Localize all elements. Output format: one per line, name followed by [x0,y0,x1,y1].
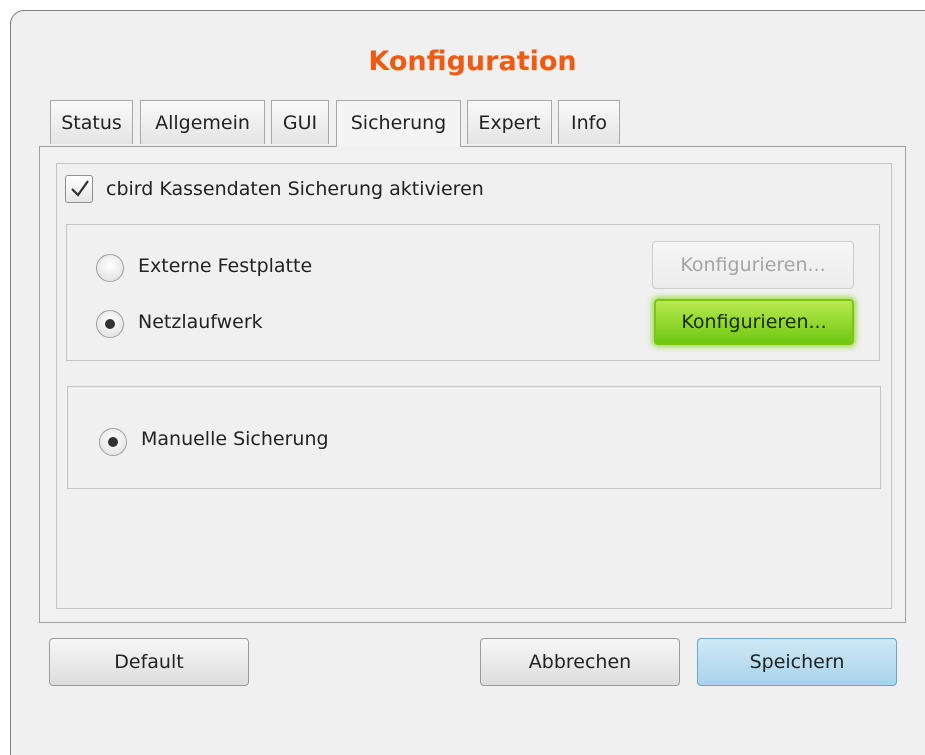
radio-netzlaufwerk[interactable] [96,310,124,338]
checkmark-icon [71,180,89,197]
cancel-button[interactable]: Abbrechen [480,638,680,686]
backup-enable-label: cbird Kassendaten Sicherung aktivieren [106,178,484,200]
configure-external-drive-button[interactable]: Konfigurieren... [652,241,854,289]
radio-externe-festplatte[interactable] [96,254,124,282]
backup-enable-checkbox[interactable] [65,175,93,203]
radio-selected-dot [108,437,118,447]
radio-manuelle-sicherung[interactable] [99,428,127,456]
tab-sicherung[interactable]: Sicherung [336,100,461,147]
radio-manuelle-sicherung-label: Manuelle Sicherung [141,428,329,450]
tab-info[interactable]: Info [558,100,620,144]
tab-status[interactable]: Status [50,100,133,144]
radio-externe-festplatte-label: Externe Festplatte [138,255,313,277]
radio-netzlaufwerk-label: Netzlaufwerk [138,311,263,333]
default-button[interactable]: Default [49,638,249,686]
tab-expert[interactable]: Expert [467,100,552,144]
configure-network-drive-button[interactable]: Konfigurieren... [654,299,854,345]
tab-allgemein[interactable]: Allgemein [140,100,265,144]
window-title: Konfiguration [368,46,577,77]
tab-gui[interactable]: GUI [271,100,329,144]
radio-selected-dot [105,319,115,329]
save-button[interactable]: Speichern [697,638,897,686]
